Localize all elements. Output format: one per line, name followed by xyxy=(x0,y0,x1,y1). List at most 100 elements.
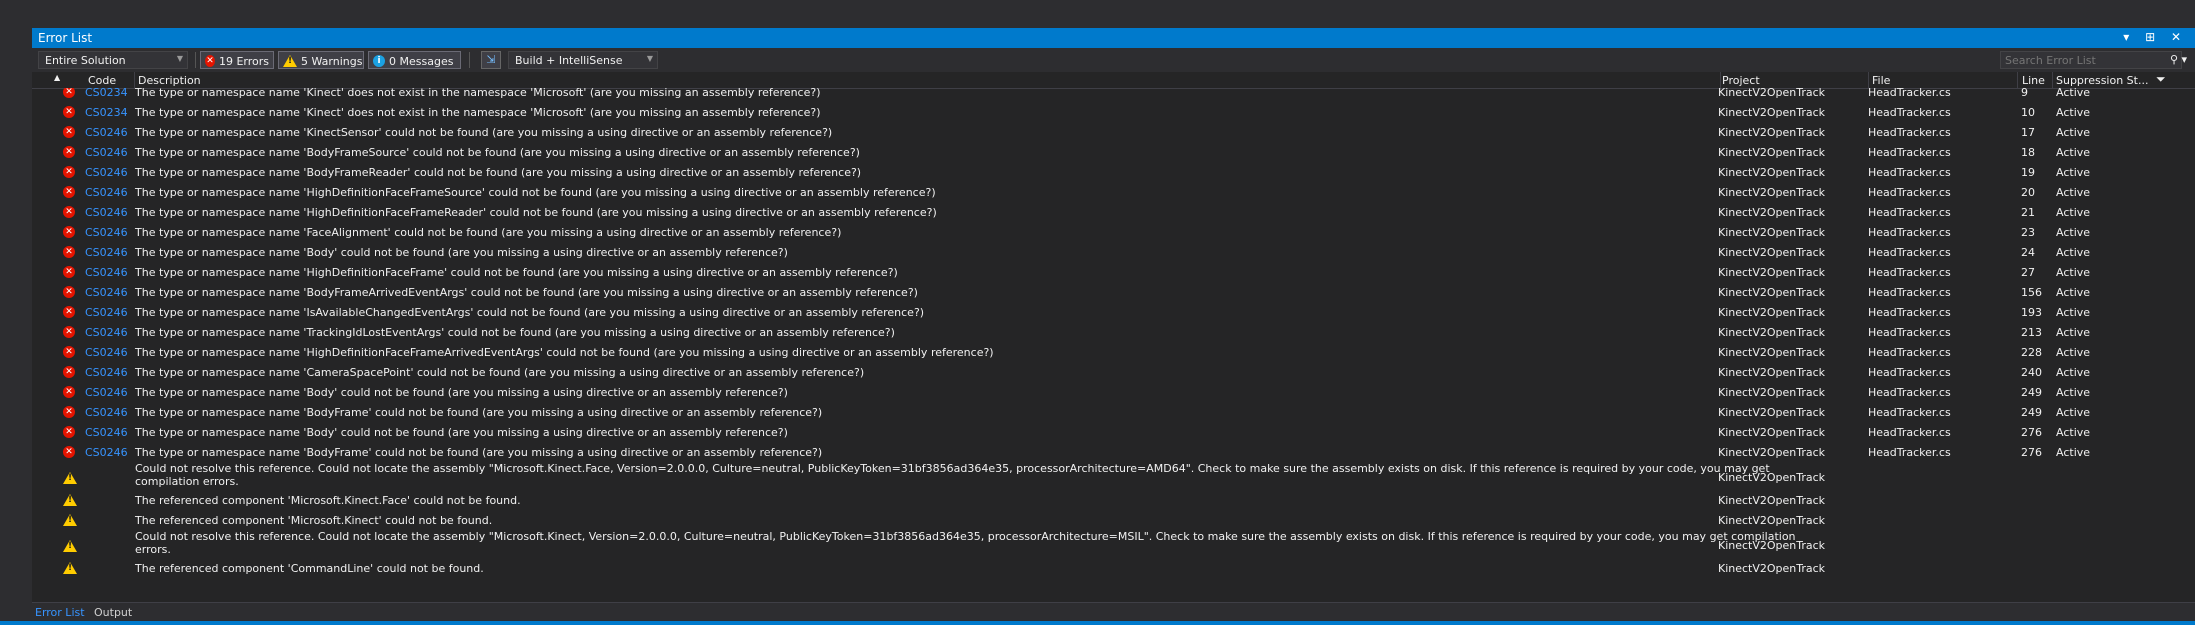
error-code-link[interactable]: CS0246 xyxy=(85,306,128,319)
error-row[interactable]: ✕ CS0246 The type or namespace name 'BodyF… xyxy=(32,402,2195,422)
warnings-count: 5 Warnings xyxy=(301,54,363,68)
error-row[interactable]: ✕ CS0234 The type or namespace name 'Kinec… xyxy=(32,102,2195,122)
column-file[interactable]: File xyxy=(1872,74,1890,87)
column-divider[interactable] xyxy=(2017,72,2018,88)
error-code-link[interactable]: CS0246 xyxy=(85,366,128,379)
window-buttons[interactable]: ▾ ⊞ ✕ xyxy=(2123,30,2187,44)
error-row[interactable]: ✕ CS0246 The type or namespace name 'Body'… xyxy=(32,382,2195,402)
project-cell: KinectV2OpenTrack xyxy=(1718,386,1826,399)
search-icon[interactable]: ⚲ ▾ xyxy=(2170,53,2187,66)
file-cell: HeadTracker.cs xyxy=(1868,326,1951,339)
messages-filter-button[interactable]: i 0 Messages xyxy=(368,51,461,69)
file-cell: HeadTracker.cs xyxy=(1868,166,1951,179)
column-code[interactable]: Code xyxy=(88,74,116,87)
error-icon: ✕ xyxy=(63,106,75,118)
error-row[interactable]: ✕ CS0246 The type or namespace name 'HighD… xyxy=(32,262,2195,282)
errors-filter-button[interactable]: ✕ 19 Errors xyxy=(200,51,274,69)
error-icon: ✕ xyxy=(63,146,75,158)
warning-row[interactable]: The referenced component 'Microsoft.Kine… xyxy=(32,510,2195,530)
error-code-link[interactable]: CS0246 xyxy=(85,246,128,259)
warning-row[interactable]: The referenced component 'Microsoft.Kine… xyxy=(32,490,2195,510)
warnings-filter-button[interactable]: 5 Warnings xyxy=(278,51,364,69)
description-text-continued: compilation errors. xyxy=(135,475,239,488)
suppression-state-cell: Active xyxy=(2056,88,2091,99)
error-code-link[interactable]: CS0246 xyxy=(85,266,128,279)
error-code-link[interactable]: CS0246 xyxy=(85,186,128,199)
description-text: The type or namespace name 'HighDefiniti… xyxy=(135,346,994,359)
column-divider[interactable] xyxy=(1868,72,1869,88)
error-code-link[interactable]: CS0246 xyxy=(85,346,128,359)
description-text: The type or namespace name 'Body' could … xyxy=(135,246,788,259)
column-project[interactable]: Project xyxy=(1722,74,1760,87)
file-cell: HeadTracker.cs xyxy=(1868,106,1951,119)
error-icon: ✕ xyxy=(63,426,75,438)
error-code-link[interactable]: CS0246 xyxy=(85,166,128,179)
tab-output[interactable]: Output xyxy=(94,606,132,619)
warning-row[interactable]: The referenced component 'CommandLine' c… xyxy=(32,558,2195,578)
error-row[interactable]: ✕ CS0246 The type or namespace name 'BodyF… xyxy=(32,442,2195,462)
column-divider[interactable] xyxy=(134,72,135,88)
error-code-link[interactable]: CS0246 xyxy=(85,206,128,219)
error-code-link[interactable]: CS0246 xyxy=(85,406,128,419)
sort-icon: ▲ xyxy=(54,73,61,82)
column-description[interactable]: Description xyxy=(138,74,201,87)
error-row[interactable]: ✕ CS0234 The type or namespace name 'Kinec… xyxy=(32,88,2195,102)
error-icon: ✕ xyxy=(63,88,75,98)
error-icon: ✕ xyxy=(63,186,75,198)
error-row[interactable]: ✕ CS0246 The type or namespace name 'Body'… xyxy=(32,422,2195,442)
suppression-state-cell: Active xyxy=(2056,226,2091,239)
column-line[interactable]: Line xyxy=(2022,74,2045,87)
error-code-link[interactable]: CS0246 xyxy=(85,426,128,439)
warning-icon xyxy=(63,562,77,574)
line-cell: 249 xyxy=(2021,406,2042,419)
line-cell: 10 xyxy=(2021,106,2035,119)
warning-row[interactable]: Could not resolve this reference. Could … xyxy=(32,530,2195,558)
tab-error-list[interactable]: Error List xyxy=(35,606,85,619)
error-code-link[interactable]: CS0234 xyxy=(85,106,128,119)
suppression-state-cell: Active xyxy=(2056,246,2091,259)
error-icon: ✕ xyxy=(63,246,75,258)
line-cell: 21 xyxy=(2021,206,2035,219)
error-code-link[interactable]: CS0246 xyxy=(85,126,128,139)
scope-dropdown[interactable]: Entire Solution ▼ xyxy=(38,51,188,69)
error-row[interactable]: ✕ CS0246 The type or namespace name 'HighD… xyxy=(32,342,2195,362)
search-input[interactable] xyxy=(2000,51,2182,69)
error-row[interactable]: ✕ CS0246 The type or namespace name 'BodyF… xyxy=(32,162,2195,182)
project-cell: KinectV2OpenTrack xyxy=(1718,266,1826,279)
error-icon: ✕ xyxy=(63,226,75,238)
error-row[interactable]: ✕ CS0246 The type or namespace name 'BodyF… xyxy=(32,142,2195,162)
warning-row[interactable]: Could not resolve this reference. Could … xyxy=(32,462,2195,490)
error-row[interactable]: ✕ CS0246 The type or namespace name 'HighD… xyxy=(32,182,2195,202)
line-cell: 276 xyxy=(2021,446,2042,459)
error-row[interactable]: ✕ CS0246 The type or namespace name 'Body'… xyxy=(32,242,2195,262)
error-code-link[interactable]: CS0246 xyxy=(85,146,128,159)
description-text: The type or namespace name 'CameraSpaceP… xyxy=(135,366,865,379)
line-cell: 27 xyxy=(2021,266,2035,279)
error-icon: ✕ xyxy=(63,126,75,138)
column-divider[interactable] xyxy=(2052,72,2053,88)
error-row[interactable]: ✕ CS0246 The type or namespace name 'BodyF… xyxy=(32,282,2195,302)
error-code-link[interactable]: CS0246 xyxy=(85,386,128,399)
error-row[interactable]: ✕ CS0246 The type or namespace name 'Track… xyxy=(32,322,2195,342)
error-code-link[interactable]: CS0246 xyxy=(85,326,128,339)
project-cell: KinectV2OpenTrack xyxy=(1718,426,1826,439)
error-row[interactable]: ✕ CS0246 The type or namespace name 'Camer… xyxy=(32,362,2195,382)
line-cell: 213 xyxy=(2021,326,2042,339)
error-code-link[interactable]: CS0234 xyxy=(85,88,128,99)
error-code-link[interactable]: CS0246 xyxy=(85,226,128,239)
suppression-state-cell: Active xyxy=(2056,346,2091,359)
error-icon: ✕ xyxy=(63,326,75,338)
build-filter-label: Build + IntelliSense xyxy=(515,54,623,67)
column-divider[interactable] xyxy=(1720,72,1721,88)
error-row[interactable]: ✕ CS0246 The type or namespace name 'IsAva… xyxy=(32,302,2195,322)
build-filter-dropdown[interactable]: Build + IntelliSense ▼ xyxy=(508,51,658,69)
error-code-link[interactable]: CS0246 xyxy=(85,446,128,459)
error-code-link[interactable]: CS0246 xyxy=(85,286,128,299)
line-cell: 20 xyxy=(2021,186,2035,199)
filter-toggle-icon[interactable]: ⇲ xyxy=(481,51,501,69)
column-suppression[interactable]: Suppression St... xyxy=(2056,74,2148,87)
filter-icon[interactable]: ⏷ xyxy=(2156,72,2166,87)
error-row[interactable]: ✕ CS0246 The type or namespace name 'Kinec… xyxy=(32,122,2195,142)
error-row[interactable]: ✕ CS0246 The type or namespace name 'FaceA… xyxy=(32,222,2195,242)
error-row[interactable]: ✕ CS0246 The type or namespace name 'HighD… xyxy=(32,202,2195,222)
